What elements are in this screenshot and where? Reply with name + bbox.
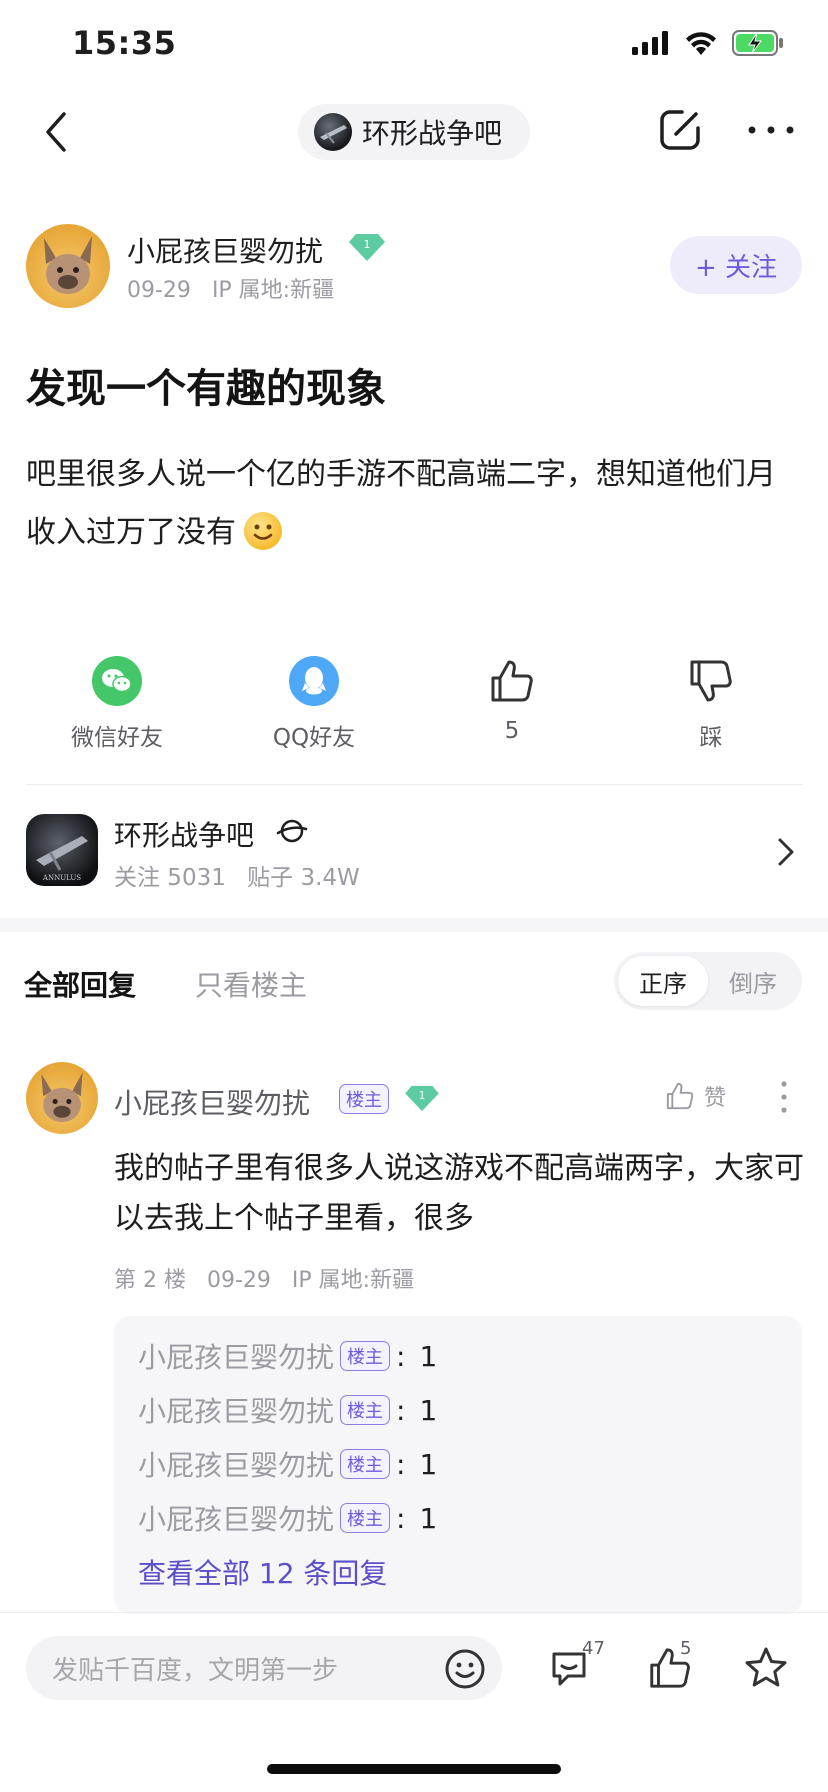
dislike-label: 踩 bbox=[699, 725, 723, 751]
op-badge: 楼主 bbox=[340, 1341, 391, 1371]
author-ip: IP 属地:新疆 bbox=[211, 278, 335, 303]
qq-icon bbox=[289, 656, 339, 706]
svg-text:1: 1 bbox=[364, 238, 371, 251]
sub-reply-name: 小屁孩巨婴勿扰 bbox=[138, 1395, 335, 1428]
author-avatar[interactable] bbox=[26, 224, 110, 308]
forum-card-name[interactable]: 环形战争吧 bbox=[114, 814, 254, 854]
post-body: 吧里很多人说一个亿的手游不配高端二字，想知道他们月收入过万了没有 bbox=[26, 446, 796, 562]
wechat-label: 微信好友 bbox=[71, 725, 163, 751]
sub-reply-colon: : bbox=[396, 1339, 406, 1373]
svg-text:1: 1 bbox=[419, 1090, 426, 1102]
like-count: 5 bbox=[504, 718, 520, 744]
sub-reply-item[interactable]: 小屁孩巨婴勿扰 楼主 : 1 bbox=[138, 1390, 437, 1430]
bottom-divider bbox=[0, 1612, 828, 1613]
forum-pill-name: 环形战争吧 bbox=[362, 117, 503, 150]
author-meta: 09-29 IP 属地:新疆 bbox=[127, 272, 334, 304]
star-favorite-icon[interactable] bbox=[742, 1644, 790, 1692]
sub-reply-item[interactable]: 小屁孩巨婴勿扰 楼主 : 1 bbox=[138, 1498, 437, 1538]
wechat-icon bbox=[92, 656, 142, 706]
sub-reply-text: 1 bbox=[419, 1501, 438, 1535]
sub-reply-colon: : bbox=[396, 1501, 406, 1535]
more-options-icon[interactable] bbox=[746, 118, 796, 142]
section-divider bbox=[0, 918, 828, 932]
bottom-like-count: 5 bbox=[680, 1638, 692, 1659]
view-all-replies-link[interactable]: 查看全部 12 条回复 bbox=[138, 1552, 387, 1592]
bottom-like-button[interactable]: 5 bbox=[646, 1638, 694, 1692]
sub-reply-text: 1 bbox=[419, 1393, 438, 1427]
forum-posts: 贴子 3.4W bbox=[247, 865, 360, 891]
forum-logo-icon bbox=[314, 113, 352, 151]
comment-button[interactable]: 47 bbox=[548, 1638, 605, 1692]
reply-body: 我的帖子里有很多人说这游戏不配高端两字，大家可以去我上个帖子里看，很多 bbox=[114, 1151, 804, 1236]
sort-asc-button[interactable]: 正序 bbox=[618, 956, 708, 1006]
more-vertical-icon[interactable] bbox=[780, 1080, 788, 1114]
thumbs-up-icon bbox=[491, 660, 533, 702]
thumbs-up-icon bbox=[666, 1082, 694, 1110]
reply-avatar[interactable] bbox=[26, 1062, 98, 1134]
author-name[interactable]: 小屁孩巨婴勿扰 bbox=[127, 230, 323, 270]
forum-pill[interactable]: 环形战争吧 bbox=[298, 104, 530, 160]
wifi-icon bbox=[686, 32, 716, 55]
level-badge-icon: 1 bbox=[404, 1084, 440, 1116]
share-wechat-button[interactable]: 微信好友 bbox=[37, 656, 197, 752]
reply-input[interactable]: 发贴千百度，文明第一步 bbox=[26, 1636, 502, 1700]
post-title: 发现一个有趣的现象 bbox=[26, 366, 386, 412]
sub-reply-name: 小屁孩巨婴勿扰 bbox=[138, 1503, 335, 1536]
home-indicator[interactable] bbox=[267, 1764, 561, 1774]
cellular-signal-icon bbox=[632, 31, 668, 55]
sub-reply-colon: : bbox=[396, 1393, 406, 1427]
comment-count: 47 bbox=[582, 1638, 605, 1659]
chevron-right-icon[interactable] bbox=[774, 836, 798, 868]
author-date: 09-29 bbox=[127, 278, 191, 303]
op-badge: 楼主 bbox=[339, 1084, 389, 1114]
op-badge: 楼主 bbox=[340, 1503, 391, 1533]
back-arrow-icon[interactable] bbox=[40, 108, 80, 156]
tab-op-only[interactable]: 只看楼主 bbox=[195, 964, 307, 1004]
svg-text:ANNULUS: ANNULUS bbox=[42, 874, 81, 882]
sort-toggle: 正序 倒序 bbox=[614, 952, 802, 1010]
planet-icon bbox=[276, 819, 308, 843]
sub-reply-item[interactable]: 小屁孩巨婴勿扰 楼主 : 1 bbox=[138, 1336, 437, 1376]
dislike-button[interactable]: 踩 bbox=[631, 656, 791, 752]
op-badge: 楼主 bbox=[340, 1449, 391, 1479]
status-time: 15:35 bbox=[72, 24, 177, 62]
emoji-icon[interactable] bbox=[444, 1648, 486, 1690]
post-body-text: 吧里很多人说一个亿的手游不配高端二字，想知道他们月收入过万了没有 bbox=[26, 457, 776, 550]
sub-reply-name: 小屁孩巨婴勿扰 bbox=[138, 1449, 335, 1482]
sub-reply-name: 小屁孩巨婴勿扰 bbox=[138, 1341, 335, 1374]
thumbs-down-icon bbox=[690, 660, 732, 702]
sub-reply-text: 1 bbox=[419, 1339, 438, 1373]
op-badge: 楼主 bbox=[340, 1395, 391, 1425]
forum-card-logo[interactable]: ANNULUS bbox=[26, 814, 98, 886]
divider bbox=[26, 784, 802, 785]
reply-like-label: 赞 bbox=[704, 1086, 727, 1111]
follow-button[interactable]: + 关注 bbox=[670, 236, 802, 294]
reply-date: 09-29 bbox=[206, 1268, 271, 1293]
reply-input-placeholder: 发贴千百度，文明第一步 bbox=[52, 1655, 339, 1686]
status-icons bbox=[632, 30, 784, 56]
reply-ip: IP 属地:新疆 bbox=[291, 1268, 415, 1293]
like-button[interactable]: 5 bbox=[432, 656, 592, 744]
tab-all-replies[interactable]: 全部回复 bbox=[24, 964, 136, 1004]
reply-author-name[interactable]: 小屁孩巨婴勿扰 bbox=[114, 1082, 310, 1122]
reply-like-button[interactable]: 赞 bbox=[664, 1080, 726, 1112]
edit-post-icon[interactable] bbox=[656, 106, 704, 154]
qq-label: QQ好友 bbox=[272, 725, 356, 751]
reply-floor: 第 2 楼 bbox=[114, 1268, 186, 1293]
battery-charging-icon bbox=[732, 30, 783, 56]
sub-reply-item[interactable]: 小屁孩巨婴勿扰 楼主 : 1 bbox=[138, 1444, 437, 1484]
sub-reply-colon: : bbox=[396, 1447, 406, 1481]
forum-card-stats: 关注 5031 贴子 3.4W bbox=[114, 858, 360, 892]
sort-desc-button[interactable]: 倒序 bbox=[708, 956, 798, 1006]
smiley-emoji-icon bbox=[244, 512, 282, 550]
level-badge-icon: 1 bbox=[348, 232, 386, 266]
reply-meta: 第 2 楼 09-29 IP 属地:新疆 bbox=[114, 1262, 414, 1294]
forum-followers: 关注 5031 bbox=[114, 865, 226, 891]
share-qq-button[interactable]: QQ好友 bbox=[234, 656, 394, 752]
sub-reply-text: 1 bbox=[419, 1447, 438, 1481]
